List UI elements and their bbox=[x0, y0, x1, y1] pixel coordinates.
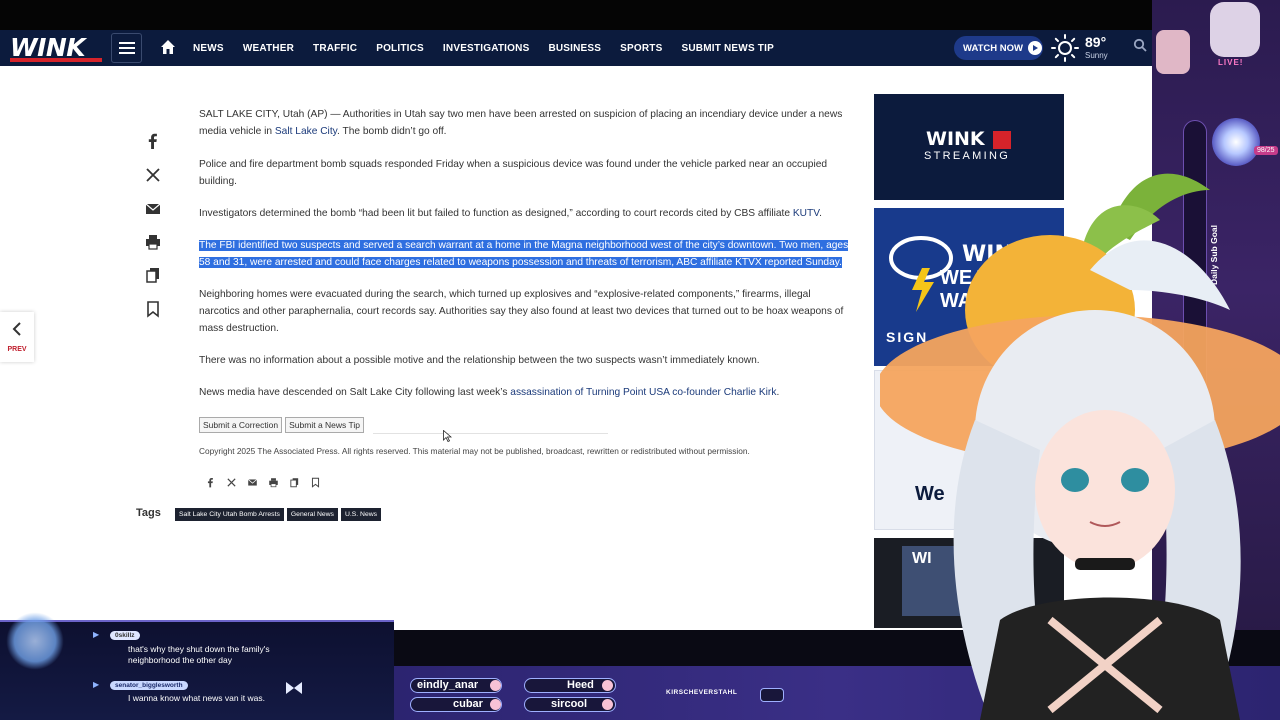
lantern-decoration bbox=[1156, 30, 1190, 74]
play-icon bbox=[1027, 41, 1042, 55]
share-row bbox=[205, 477, 321, 488]
mouse-cursor-icon bbox=[443, 430, 452, 442]
copyright-notice: Copyright 2025 The Associated Press. All… bbox=[199, 446, 750, 456]
tag-list: Salt Lake City Utah Bomb Arrests General… bbox=[175, 508, 382, 521]
x-twitter-icon[interactable] bbox=[144, 166, 162, 184]
pencil-icon bbox=[602, 699, 613, 710]
facebook-icon[interactable] bbox=[205, 477, 216, 488]
tag-salt-lake-city-bomb-arrests[interactable]: Salt Lake City Utah Bomb Arrests bbox=[175, 508, 284, 521]
temperature: 89° bbox=[1085, 34, 1107, 50]
nav-item-weather[interactable]: WEATHER bbox=[243, 43, 294, 54]
article-paragraph-3: Investigators determined the bomb “had b… bbox=[199, 208, 822, 219]
x-twitter-icon[interactable] bbox=[226, 477, 237, 488]
user-pill-1: eindly_anar bbox=[410, 678, 502, 693]
nav-links: NEWS WEATHER TRAFFIC POLITICS INVESTIGAT… bbox=[193, 30, 793, 66]
pencil-icon bbox=[602, 680, 613, 691]
gem-icon bbox=[490, 699, 501, 710]
salt-lake-city-link[interactable]: Salt Lake City bbox=[275, 126, 337, 137]
weather-condition: Sunny bbox=[1085, 51, 1108, 60]
chevron-right-icon: ▶ bbox=[93, 680, 100, 689]
tags-label: Tags bbox=[136, 507, 161, 519]
copy-icon[interactable] bbox=[289, 477, 300, 488]
bookmark-icon[interactable] bbox=[310, 477, 321, 488]
kutv-link[interactable]: KUTV bbox=[793, 208, 819, 219]
email-icon[interactable] bbox=[144, 200, 162, 218]
copy-icon[interactable] bbox=[144, 266, 162, 284]
nav-item-sports[interactable]: SPORTS bbox=[620, 43, 662, 54]
nav-item-politics[interactable]: POLITICS bbox=[376, 43, 424, 54]
sun-icon bbox=[1051, 34, 1079, 62]
logo-underline bbox=[10, 58, 102, 62]
article-paragraph-1: SALT LAKE CITY, Utah (AP) — Authorities … bbox=[199, 109, 843, 137]
prev-label: PREV bbox=[7, 346, 27, 353]
ad-wink-logo: WINK bbox=[926, 128, 985, 150]
hamburger-menu-button[interactable] bbox=[111, 33, 142, 63]
chevron-left-icon bbox=[12, 322, 21, 336]
play-icon bbox=[993, 131, 1011, 149]
article-paragraph-5: Neighboring homes were evacuated during … bbox=[199, 289, 844, 334]
bow-icon bbox=[286, 682, 302, 694]
previous-article-tab[interactable]: PREV bbox=[0, 312, 34, 362]
heart-icon bbox=[490, 680, 501, 691]
submit-news-tip-button[interactable]: Submit a News Tip bbox=[285, 417, 364, 433]
chat-username-1: 0skillz bbox=[110, 631, 140, 640]
nav-item-investigations[interactable]: INVESTIGATIONS bbox=[443, 43, 530, 54]
article-action-buttons: Submit a Correction Submit a News Tip bbox=[199, 417, 364, 433]
vtuber-avatar bbox=[880, 173, 1280, 720]
nav-item-news[interactable]: NEWS bbox=[193, 43, 224, 54]
article-paragraph-4-highlighted[interactable]: The FBI identified two suspects and serv… bbox=[199, 237, 864, 271]
streamer-name: KIRSCHEVERSTAHL bbox=[666, 689, 738, 696]
nav-item-business[interactable]: BUSINESS bbox=[548, 43, 601, 54]
ghost-mascot bbox=[6, 612, 64, 670]
submit-correction-button[interactable]: Submit a Correction bbox=[199, 417, 283, 433]
chevron-right-icon: ▶ bbox=[93, 630, 100, 639]
bookmark-icon[interactable] bbox=[144, 300, 162, 318]
home-icon[interactable] bbox=[160, 39, 176, 55]
chat-message-2: I wanna know what news van it was. bbox=[128, 693, 266, 703]
email-icon[interactable] bbox=[247, 477, 258, 488]
watch-now-button[interactable]: WATCH NOW bbox=[954, 36, 1043, 60]
user-pill-3: cubar bbox=[410, 697, 502, 712]
top-black-band bbox=[0, 0, 1280, 34]
tag-general-news[interactable]: General News bbox=[286, 508, 338, 521]
charlie-kirk-link[interactable]: assassination of Turning Point USA co-fo… bbox=[510, 387, 776, 398]
print-icon[interactable] bbox=[268, 477, 279, 488]
nav-item-traffic[interactable]: TRAFFIC bbox=[313, 43, 357, 54]
divider-line bbox=[373, 433, 608, 434]
search-icon[interactable] bbox=[1133, 38, 1147, 52]
article-paragraph-6: There was no information about a possibl… bbox=[199, 355, 760, 366]
chat-username-2: senator_bigglesworth bbox=[110, 681, 188, 690]
print-icon[interactable] bbox=[144, 233, 162, 251]
watch-now-label: WATCH NOW bbox=[963, 42, 1023, 54]
streamer-chat-box bbox=[760, 688, 784, 702]
article-paragraph-7: News media have descended on Salt Lake C… bbox=[199, 387, 780, 398]
site-navigation: WINK NEWS WEATHER TRAFFIC POLITICS INVES… bbox=[0, 30, 1160, 66]
chat-message-1-line-2: neighborhood the other day bbox=[128, 655, 232, 665]
highlighted-line-2: 58 and 31, were arrested and could face … bbox=[199, 257, 842, 268]
nav-item-submit-news-tip[interactable]: SUBMIT NEWS TIP bbox=[682, 43, 774, 54]
highlighted-line-1: The FBI identified two suspects and serv… bbox=[199, 240, 849, 251]
chat-message-1-line-1: that's why they shut down the family's bbox=[128, 644, 270, 654]
facebook-icon[interactable] bbox=[144, 132, 162, 150]
article-paragraph-2: Police and fire department bomb squads r… bbox=[199, 159, 828, 187]
tag-us-news[interactable]: U.S. News bbox=[340, 508, 382, 521]
live-label: LIVE! bbox=[1218, 58, 1244, 67]
bunny-decoration bbox=[1210, 2, 1260, 57]
